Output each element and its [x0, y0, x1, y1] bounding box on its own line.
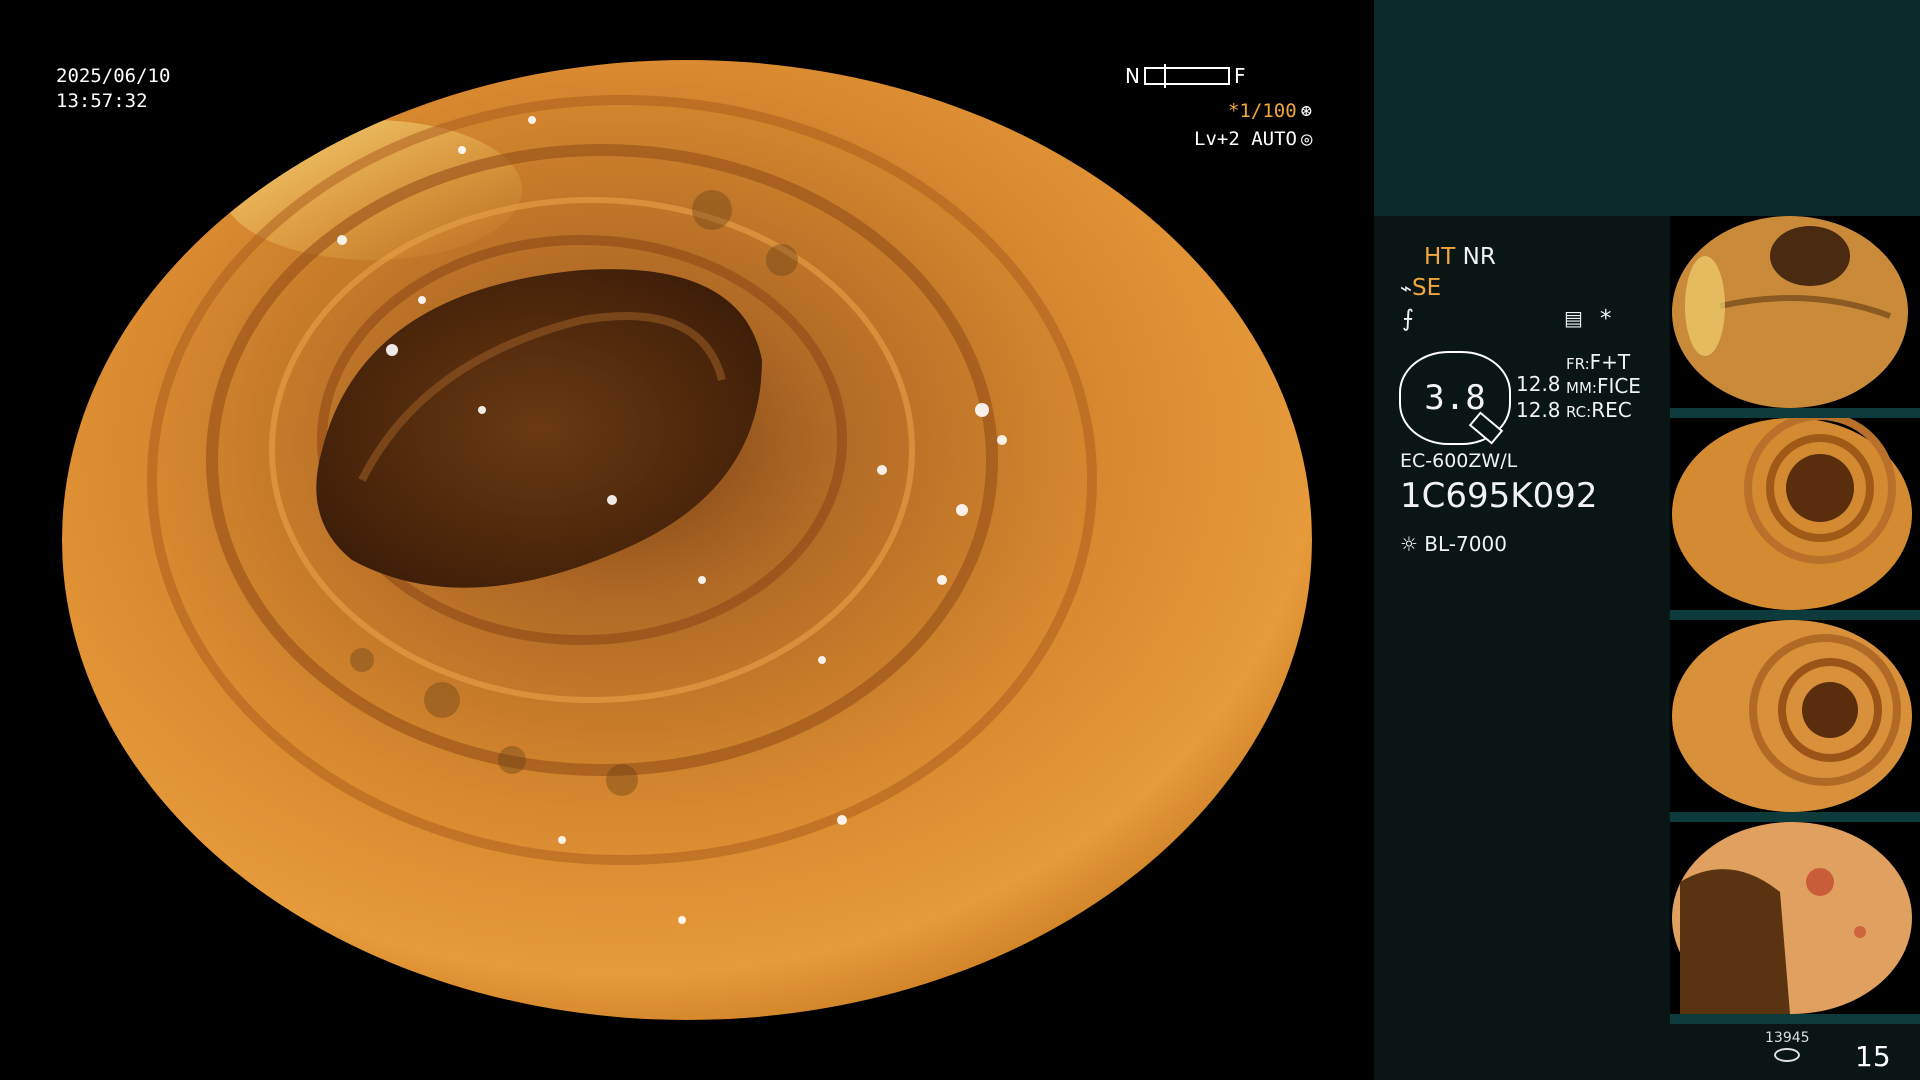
level-text: Lv+2 AUTO	[1194, 128, 1297, 150]
se-row: ⌁SE	[1400, 275, 1441, 301]
focus-scale	[1143, 64, 1230, 88]
far-label: F	[1233, 64, 1246, 88]
storage-icon	[1774, 1048, 1801, 1062]
thumbnail-bar-3	[1670, 812, 1920, 822]
se-label: SE	[1412, 275, 1442, 301]
zoom-dial: 3.8	[1399, 351, 1511, 445]
structure-enhance-icon: ⌁	[1400, 276, 1413, 300]
shutter-text: *1/100	[1228, 100, 1297, 122]
date-text: 2025/06/10	[56, 65, 171, 87]
asterisk-mark: *	[1600, 306, 1612, 332]
filter-icon: ▤	[1564, 306, 1583, 330]
datetime: 2025/06/10 13:57:32	[56, 64, 170, 114]
time-text: 13:57:32	[56, 90, 148, 112]
value-2: 12.8	[1516, 398, 1561, 422]
fr-value: F+T	[1589, 350, 1631, 374]
brightness-level: Lv+2 AUTO ◎	[1194, 128, 1312, 150]
lamp-icon: ☼	[1400, 532, 1418, 556]
freeze-icon: ⨍	[1402, 306, 1414, 332]
scope-model: EC-600ZW/L	[1400, 450, 1518, 472]
thumbnail-bar-2	[1670, 610, 1920, 620]
shutter-speed: *1/100 ⊛	[1228, 100, 1312, 122]
thumbnail-1[interactable]	[1670, 216, 1920, 408]
page-index: 15	[1855, 1040, 1891, 1073]
endoscope-view	[62, 60, 1312, 1020]
aperture-icon: ⊛	[1300, 100, 1313, 122]
rc-label: RC:	[1566, 403, 1592, 421]
nr-label: NR	[1462, 244, 1496, 270]
image-counter: 13945	[1765, 1030, 1810, 1062]
rc-value: REC	[1591, 398, 1632, 422]
panel-header	[1374, 0, 1920, 216]
near-label: N	[1125, 64, 1140, 88]
fr-label: FR:	[1566, 355, 1590, 373]
value-1: 12.8	[1516, 372, 1561, 396]
thumbnail-4[interactable]	[1670, 822, 1920, 1014]
ht-label: HT	[1424, 244, 1456, 270]
ht-nr-row: HT NR	[1424, 244, 1496, 270]
light-source-text: BL-7000	[1424, 532, 1507, 556]
thumbnail-bar-1	[1670, 408, 1920, 418]
thumbnail-3[interactable]	[1670, 620, 1920, 812]
fr-row: FR:F+T	[1566, 350, 1630, 374]
mm-value: FICE	[1596, 374, 1641, 398]
mm-row: MM:FICE	[1566, 374, 1641, 398]
image-count: 13945	[1765, 1030, 1810, 1046]
rc-row: RC:REC	[1566, 398, 1632, 422]
light-source-row: ☼ BL-7000	[1400, 532, 1507, 556]
mm-label: MM:	[1566, 379, 1597, 397]
thumbnail-bar-4	[1670, 1014, 1920, 1024]
near-far-indicator: N F	[1125, 64, 1245, 88]
scope-serial: 1C695K092	[1400, 476, 1598, 516]
dial-value: 3.8	[1424, 378, 1486, 418]
thumbnail-2[interactable]	[1670, 418, 1920, 610]
iris-icon: ◎	[1300, 128, 1313, 150]
